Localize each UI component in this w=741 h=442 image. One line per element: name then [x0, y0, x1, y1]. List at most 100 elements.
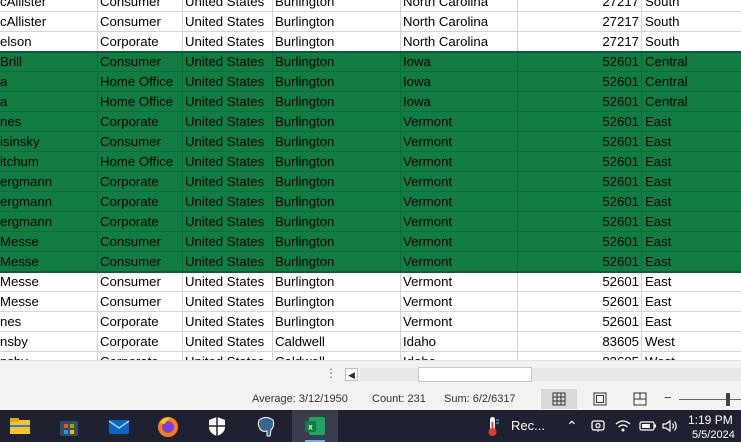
cell-city[interactable]: Burlington: [273, 112, 401, 132]
zoom-out-button[interactable]: −: [664, 388, 672, 408]
cell-state[interactable]: Vermont: [401, 292, 518, 312]
cell-country[interactable]: United States: [183, 332, 273, 352]
cell-city[interactable]: Burlington: [273, 152, 401, 172]
cell-region[interactable]: East: [642, 112, 741, 132]
cell-state[interactable]: Iowa: [401, 92, 518, 112]
cell-state[interactable]: Vermont: [401, 152, 518, 172]
cell-segment[interactable]: Consumer: [98, 0, 183, 12]
cell-segment[interactable]: Home Office: [98, 72, 183, 92]
cell-city[interactable]: Burlington: [273, 272, 401, 292]
table-row[interactable]: ergmann Corporate United States Burlington V…: [0, 192, 741, 212]
table-row[interactable]: a Home Office United States Burlington Iowa 5…: [0, 72, 741, 92]
cell-city[interactable]: Caldwell: [273, 352, 401, 360]
cell-state[interactable]: Iowa: [401, 52, 518, 72]
weather-label[interactable]: Rec...: [511, 410, 545, 442]
cell-state[interactable]: Idaho: [401, 332, 518, 352]
cell-region[interactable]: Central: [642, 72, 741, 92]
cell-city[interactable]: Burlington: [273, 32, 401, 52]
cell-country[interactable]: United States: [183, 72, 273, 92]
cell-postal-code[interactable]: 52601: [518, 52, 642, 72]
table-row[interactable]: Brill Consumer United States Burlington Iowa…: [0, 52, 741, 72]
table-row[interactable]: a Home Office United States Burlington Iowa 5…: [0, 92, 741, 112]
table-row[interactable]: Messe Consumer United States Burlington Verm…: [0, 272, 741, 292]
cell-region[interactable]: West: [642, 332, 741, 352]
file-explorer-icon[interactable]: [8, 414, 32, 438]
cell-segment[interactable]: Consumer: [98, 232, 183, 252]
volume-icon[interactable]: [661, 418, 679, 434]
cell-name[interactable]: Messe: [0, 292, 98, 312]
cell-state[interactable]: Idaho: [401, 352, 518, 360]
cell-segment[interactable]: Consumer: [98, 272, 183, 292]
cell-city[interactable]: Caldwell: [273, 332, 401, 352]
cell-postal-code[interactable]: 52601: [518, 252, 642, 272]
cell-state[interactable]: Vermont: [401, 172, 518, 192]
cell-country[interactable]: United States: [183, 52, 273, 72]
sheet-tab-splitter-icon[interactable]: ⋮: [325, 366, 337, 380]
cell-segment[interactable]: Corporate: [98, 172, 183, 192]
cell-name[interactable]: nsby: [0, 332, 98, 352]
cell-city[interactable]: Burlington: [273, 92, 401, 112]
status-count[interactable]: Count: 231: [372, 388, 426, 410]
cell-city[interactable]: Burlington: [273, 172, 401, 192]
thermometer-weather-icon[interactable]: [481, 414, 505, 438]
cell-city[interactable]: Burlington: [273, 192, 401, 212]
table-row[interactable]: nes Corporate United States Burlington Vermo…: [0, 312, 741, 332]
cell-country[interactable]: United States: [183, 92, 273, 112]
cell-postal-code[interactable]: 83605: [518, 332, 642, 352]
clock-date[interactable]: 5/5/2024: [692, 429, 735, 441]
zoom-slider-thumb[interactable]: [726, 393, 730, 406]
cell-country[interactable]: United States: [183, 152, 273, 172]
cell-name[interactable]: ergmann: [0, 212, 98, 232]
cell-postal-code[interactable]: 52601: [518, 232, 642, 252]
cell-postal-code[interactable]: 52601: [518, 92, 642, 112]
cell-postal-code[interactable]: 52601: [518, 72, 642, 92]
cell-city[interactable]: Burlington: [273, 132, 401, 152]
cell-country[interactable]: United States: [183, 272, 273, 292]
cell-region[interactable]: South: [642, 12, 741, 32]
cell-city[interactable]: Burlington: [273, 212, 401, 232]
cell-country[interactable]: United States: [183, 172, 273, 192]
cell-segment[interactable]: Corporate: [98, 212, 183, 232]
table-row[interactable]: nsbyCorporateUnited StatesCaldwellIdaho8…: [0, 332, 741, 352]
cell-region[interactable]: East: [642, 272, 741, 292]
cell-postal-code[interactable]: 52601: [518, 212, 642, 232]
table-row[interactable]: elson Corporate United States Burlington Nor…: [0, 32, 741, 52]
cell-city[interactable]: Burlington: [273, 72, 401, 92]
cell-state[interactable]: Iowa: [401, 72, 518, 92]
cell-country[interactable]: United States: [183, 192, 273, 212]
cell-name[interactable]: Messe: [0, 232, 98, 252]
table-row[interactable]: nsbyCorporateUnited StatesCaldwellIdaho8…: [0, 352, 741, 360]
normal-view-button[interactable]: [541, 389, 577, 409]
cell-country[interactable]: United States: [183, 132, 273, 152]
cell-postal-code[interactable]: 27217: [518, 12, 642, 32]
postgres-elephant-icon[interactable]: [254, 414, 278, 438]
cell-segment[interactable]: Consumer: [98, 52, 183, 72]
cell-region[interactable]: Central: [642, 92, 741, 112]
scroll-left-button[interactable]: ◀: [345, 368, 358, 381]
cell-country[interactable]: United States: [183, 352, 273, 360]
cell-postal-code[interactable]: 52601: [518, 292, 642, 312]
table-row[interactable]: Messe Consumer United States Burlington Verm…: [0, 252, 741, 272]
cell-state[interactable]: North Carolina: [401, 0, 518, 12]
spreadsheet-grid[interactable]: cAllister Consumer United States Burlington…: [0, 0, 741, 360]
page-layout-view-button[interactable]: [582, 389, 618, 409]
cell-postal-code[interactable]: 52601: [518, 152, 642, 172]
cell-postal-code[interactable]: 52601: [518, 172, 642, 192]
page-break-view-button[interactable]: [622, 389, 658, 409]
cell-city[interactable]: Burlington: [273, 0, 401, 12]
table-row[interactable]: Messe Consumer United States Burlington Verm…: [0, 232, 741, 252]
cell-city[interactable]: Burlington: [273, 312, 401, 332]
cell-region[interactable]: South: [642, 0, 741, 12]
microsoft-store-icon[interactable]: [57, 414, 81, 438]
cell-region[interactable]: East: [642, 172, 741, 192]
status-average[interactable]: Average: 3/12/1950: [252, 388, 348, 410]
horizontal-scroll-thumb[interactable]: [418, 367, 532, 382]
cell-postal-code[interactable]: 52601: [518, 272, 642, 292]
cell-segment[interactable]: Corporate: [98, 332, 183, 352]
cell-segment[interactable]: Home Office: [98, 92, 183, 112]
table-row[interactable]: isinsky Consumer United States Burlington Ve…: [0, 132, 741, 152]
cell-region[interactable]: East: [642, 232, 741, 252]
cell-postal-code[interactable]: 52601: [518, 192, 642, 212]
cell-state[interactable]: Vermont: [401, 132, 518, 152]
cell-postal-code[interactable]: 83605: [518, 352, 642, 360]
